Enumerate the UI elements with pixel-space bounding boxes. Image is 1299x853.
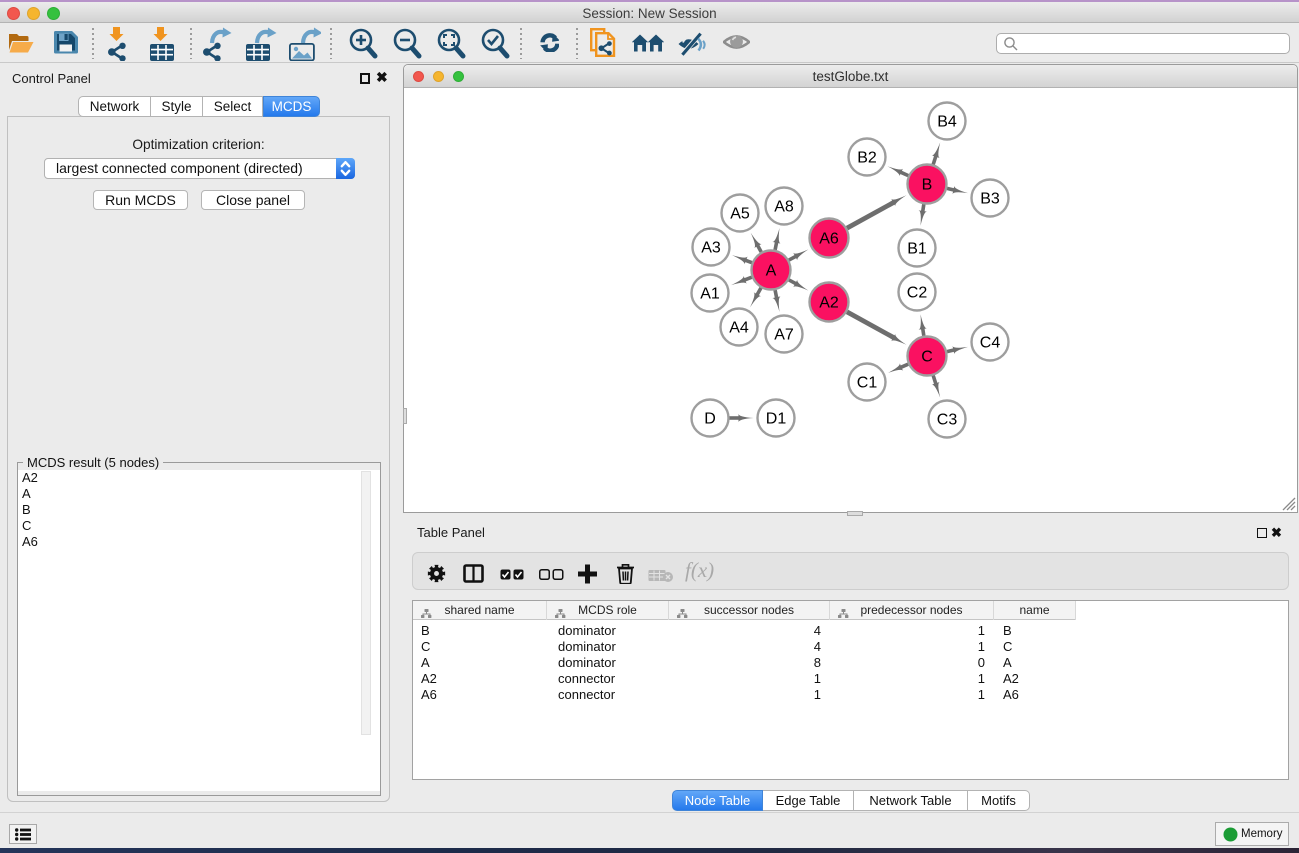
svg-text:B: B (922, 177, 933, 194)
svg-text:D1: D1 (766, 411, 787, 428)
svg-text:A2: A2 (819, 295, 839, 312)
svg-text:C2: C2 (907, 285, 928, 302)
svg-text:C: C (921, 349, 933, 366)
svg-text:A: A (766, 263, 777, 280)
svg-text:A6: A6 (819, 231, 839, 248)
svg-text:A8: A8 (774, 199, 794, 216)
svg-text:C4: C4 (980, 335, 1001, 352)
svg-text:B1: B1 (907, 241, 927, 258)
svg-text:D: D (704, 411, 716, 428)
svg-text:A4: A4 (729, 320, 749, 337)
svg-text:B3: B3 (980, 191, 1000, 208)
svg-text:A7: A7 (774, 327, 794, 344)
svg-text:A3: A3 (701, 240, 721, 257)
svg-text:B2: B2 (857, 150, 877, 167)
svg-text:A5: A5 (730, 206, 750, 223)
svg-text:C3: C3 (937, 412, 958, 429)
svg-text:A1: A1 (700, 286, 720, 303)
svg-text:C1: C1 (857, 375, 878, 392)
svg-text:B4: B4 (937, 114, 957, 131)
